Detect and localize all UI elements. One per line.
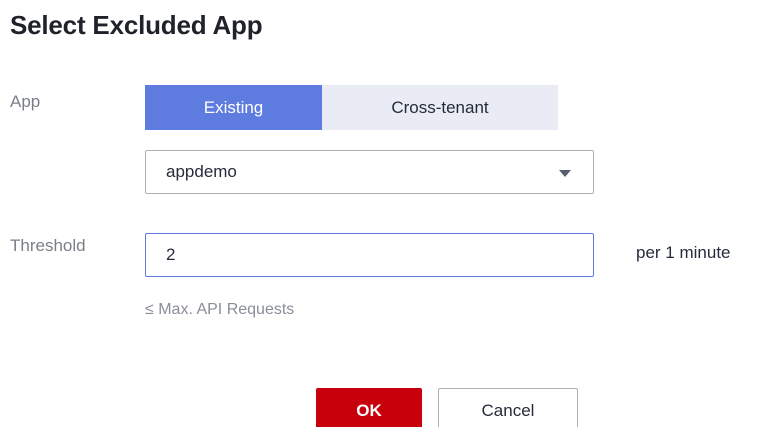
chevron-down-icon[interactable] xyxy=(559,170,571,177)
threshold-input[interactable] xyxy=(145,233,594,277)
dialog-title: Select Excluded App xyxy=(10,10,263,40)
app-label: App xyxy=(10,92,41,111)
tab-cross-tenant[interactable]: Cross-tenant xyxy=(322,85,558,130)
threshold-hint: ≤ Max. API Requests xyxy=(145,301,295,318)
app-source-tabs: Existing Cross-tenant xyxy=(145,85,558,130)
cancel-button[interactable]: Cancel xyxy=(438,388,578,427)
ok-button[interactable]: OK xyxy=(316,388,422,427)
tab-existing[interactable]: Existing xyxy=(145,85,322,130)
app-select-value: appdemo xyxy=(166,162,237,181)
app-select[interactable]: appdemo xyxy=(145,150,594,194)
threshold-unit: per 1 minute xyxy=(636,243,731,262)
threshold-label: Threshold xyxy=(10,236,86,255)
select-excluded-app-dialog: Select Excluded App App Existing Cross-t… xyxy=(0,0,758,427)
